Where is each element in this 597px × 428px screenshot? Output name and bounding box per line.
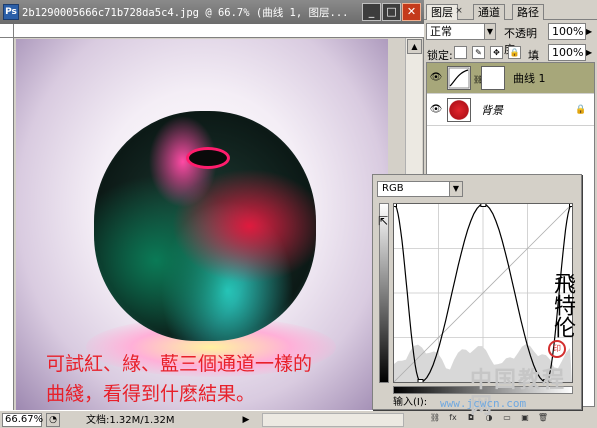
horizontal-ruler[interactable] (14, 24, 424, 38)
image-canvas[interactable]: 可試紅、綠、藍三個通道一樣的 曲綫，看得到什麽結果。 (16, 39, 388, 410)
curve-control-point[interactable] (569, 201, 575, 207)
opacity-input[interactable]: 100% (548, 23, 586, 40)
minimize-button[interactable]: _ (362, 3, 381, 21)
fill-label: 填充: (528, 49, 543, 78)
layer-mask-thumbnail[interactable] (481, 66, 505, 90)
lock-transparency-icon[interactable] (454, 46, 467, 59)
apple-stem (186, 147, 230, 169)
mouse-cursor-icon: ⇱ (378, 214, 389, 228)
photoshop-doc-icon[interactable]: Ps (3, 4, 19, 20)
chevron-down-icon[interactable]: ▼ (449, 182, 462, 196)
scroll-up-icon[interactable]: ▲ (407, 39, 422, 54)
panel-footer: ⛓ fx ◘ ◑ ▭ ▣ 🗑 (426, 410, 595, 426)
link-layers-icon[interactable]: ⛓ (428, 411, 442, 425)
caption-line-1: 可試紅、綠、藍三個通道一樣的 (46, 353, 313, 375)
curve-control-point[interactable] (391, 201, 397, 207)
tab-close-icon[interactable]: × (454, 6, 464, 16)
trash-icon[interactable]: 🗑 (536, 411, 550, 425)
zoom-field[interactable]: 66.67% (2, 413, 43, 427)
watermark-logo: 中国教程网 (470, 368, 567, 419)
curve-control-point[interactable] (480, 201, 487, 207)
lock-label: 锁定: (427, 49, 453, 62)
layer-row-curves[interactable]: 👁 ⛓ 曲线 1 (427, 63, 594, 94)
chevron-down-icon[interactable]: ▼ (484, 24, 495, 39)
opacity-label: 不透明度: (504, 27, 537, 56)
status-bar: 66.67% ◔ 文档:1.32M/1.32M ▶ (0, 410, 424, 428)
layer-row-background[interactable]: 👁 背景 🔒 (427, 95, 594, 126)
layer-thumbnail (447, 98, 471, 122)
status-info-icon[interactable]: ◔ (46, 413, 60, 427)
maximize-button[interactable]: □ (382, 3, 401, 21)
document-title: 2b1290005666c71b728da5c4.jpg @ 66.7% (曲线… (22, 7, 349, 19)
output-gradient-bar (379, 203, 389, 383)
curve-control-point[interactable] (417, 379, 424, 385)
close-button[interactable]: ✕ (402, 3, 421, 21)
seal-stamp: 印 (548, 340, 566, 358)
lock-icon: 🔒 (575, 105, 587, 115)
new-group-icon[interactable]: ▭ (500, 411, 514, 425)
curves-adjustment-icon (447, 66, 471, 90)
ruler-corner[interactable] (0, 24, 14, 38)
tab-paths[interactable]: 路径 (512, 4, 544, 20)
document-size: 文档:1.32M/1.32M (86, 415, 175, 426)
caption-line-2: 曲綫，看得到什麽結果。 (46, 383, 256, 405)
watermark-url: www.jcwcn.com (440, 397, 527, 410)
layer-style-icon[interactable]: fx (446, 411, 460, 425)
layer-name[interactable]: 背景 (481, 104, 503, 118)
layer-name[interactable]: 曲线 1 (513, 72, 546, 86)
new-layer-icon[interactable]: ▣ (518, 411, 532, 425)
lock-all-icon[interactable]: 🔒 (508, 46, 521, 59)
document-window: Ps 2b1290005666c71b728da5c4.jpg @ 66.7% … (0, 0, 424, 428)
opacity-arrow-icon[interactable]: ▶ (586, 24, 595, 39)
lock-paint-icon[interactable]: ✎ (472, 46, 485, 59)
lock-move-icon[interactable]: ✥ (490, 46, 503, 59)
panel-tabs: 图层 × 通道 路径 (424, 2, 597, 20)
apple-image (94, 111, 316, 341)
vertical-ruler[interactable] (0, 38, 14, 410)
caption-text: 可試紅、綠、藍三個通道一樣的 曲綫，看得到什麽結果。 (46, 349, 388, 410)
link-icon[interactable]: ⛓ (473, 75, 483, 84)
eye-icon[interactable]: 👁 (429, 103, 443, 117)
horizontal-scrollbar[interactable] (262, 413, 404, 427)
title-bar[interactable]: Ps 2b1290005666c71b728da5c4.jpg @ 66.7% … (0, 0, 424, 24)
eye-icon[interactable]: 👁 (429, 71, 443, 85)
status-menu-icon[interactable]: ▶ (240, 414, 252, 426)
fill-arrow-icon[interactable]: ▶ (586, 45, 595, 60)
tab-channels[interactable]: 通道 (473, 4, 505, 20)
fill-input[interactable]: 100% (548, 44, 586, 61)
